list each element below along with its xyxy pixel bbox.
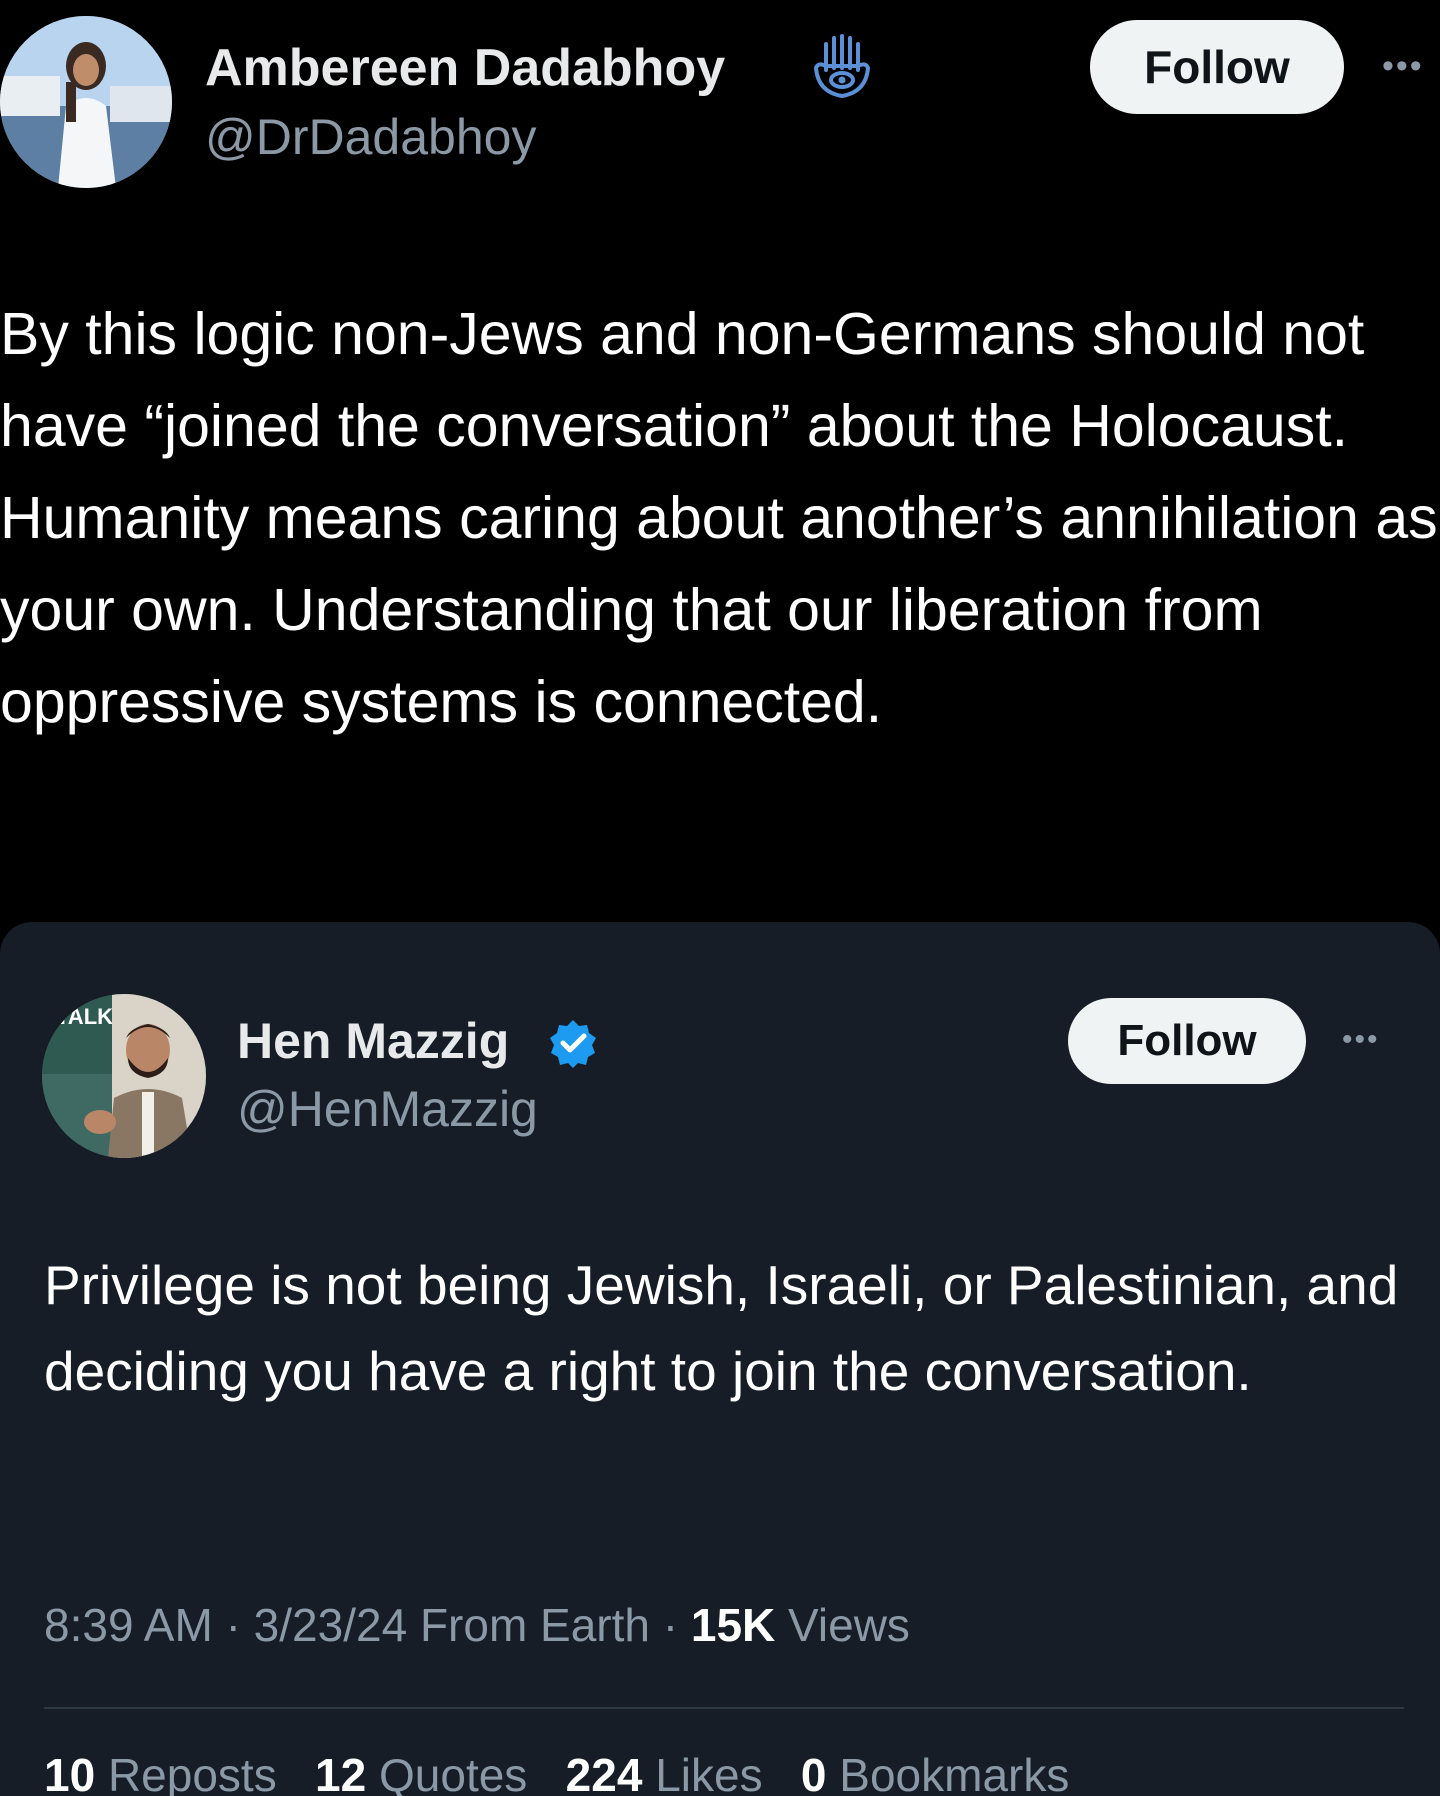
reposts-label: Reposts [107,1749,277,1796]
meta-separator: · [662,1599,691,1651]
tweet-meta: 8:39 AM · 3/23/24 From Earth · 15K Views [44,1598,910,1652]
avatar-hen-mazzig[interactable]: TALK JUSTICE [42,994,206,1158]
quoted-author-handle[interactable]: @HenMazzig [237,1080,538,1138]
verified-icon [548,1018,598,1068]
bookmarks-stat[interactable]: 0 Bookmarks [801,1749,1069,1796]
tweet-time[interactable]: 8:39 AM [44,1599,213,1651]
quotes-label: Quotes [379,1749,528,1796]
outer-tweet-header: Ambereen Dadabhoy @DrDadabhoy Follow ••• [0,0,1440,200]
tweet-text: By this logic non-Jews and non-Germans s… [0,301,1438,735]
likes-count: 224 [565,1749,643,1796]
more-options-icon[interactable]: ••• [1382,36,1440,96]
quoted-author-name[interactable]: Hen Mazzig [237,1012,509,1070]
reposts-count: 10 [44,1749,96,1796]
likes-label: Likes [655,1749,763,1796]
likes-stat[interactable]: 224 Likes [566,1749,763,1796]
bookmarks-label: Bookmarks [839,1749,1070,1796]
avatar-ambereen[interactable] [0,16,172,188]
divider [44,1707,1404,1709]
views-label: Views [788,1599,910,1651]
tweet-date[interactable]: 3/23/24 [254,1599,407,1651]
follow-button[interactable]: Follow [1090,20,1344,114]
author-handle[interactable]: @DrDadabhoy [205,108,536,166]
quoted-tweet-card[interactable]: TALK JUSTICE Hen Mazzig @HenMazzig Follo… [0,922,1440,1796]
hamsa-icon [806,30,878,102]
quotes-count: 12 [315,1749,367,1796]
reposts-stat[interactable]: 10 Reposts [44,1749,277,1796]
tweet-location: From Earth [419,1599,650,1651]
meta-separator: · [225,1599,254,1651]
quoted-tweet-text: Privilege is not being Jewish, Israeli, … [44,1254,1399,1402]
author-name[interactable]: Ambereen Dadabhoy [205,38,725,98]
quoted-follow-button[interactable]: Follow [1068,998,1306,1084]
views-count: 15K [690,1599,776,1651]
quotes-stat[interactable]: 12 Quotes [315,1749,527,1796]
engagement-stats: 10 Reposts 12 Quotes 224 Likes 0 Bookmar… [44,1748,1069,1796]
quoted-more-options-icon[interactable]: ••• [1342,1012,1402,1068]
bookmarks-count: 0 [800,1749,827,1796]
